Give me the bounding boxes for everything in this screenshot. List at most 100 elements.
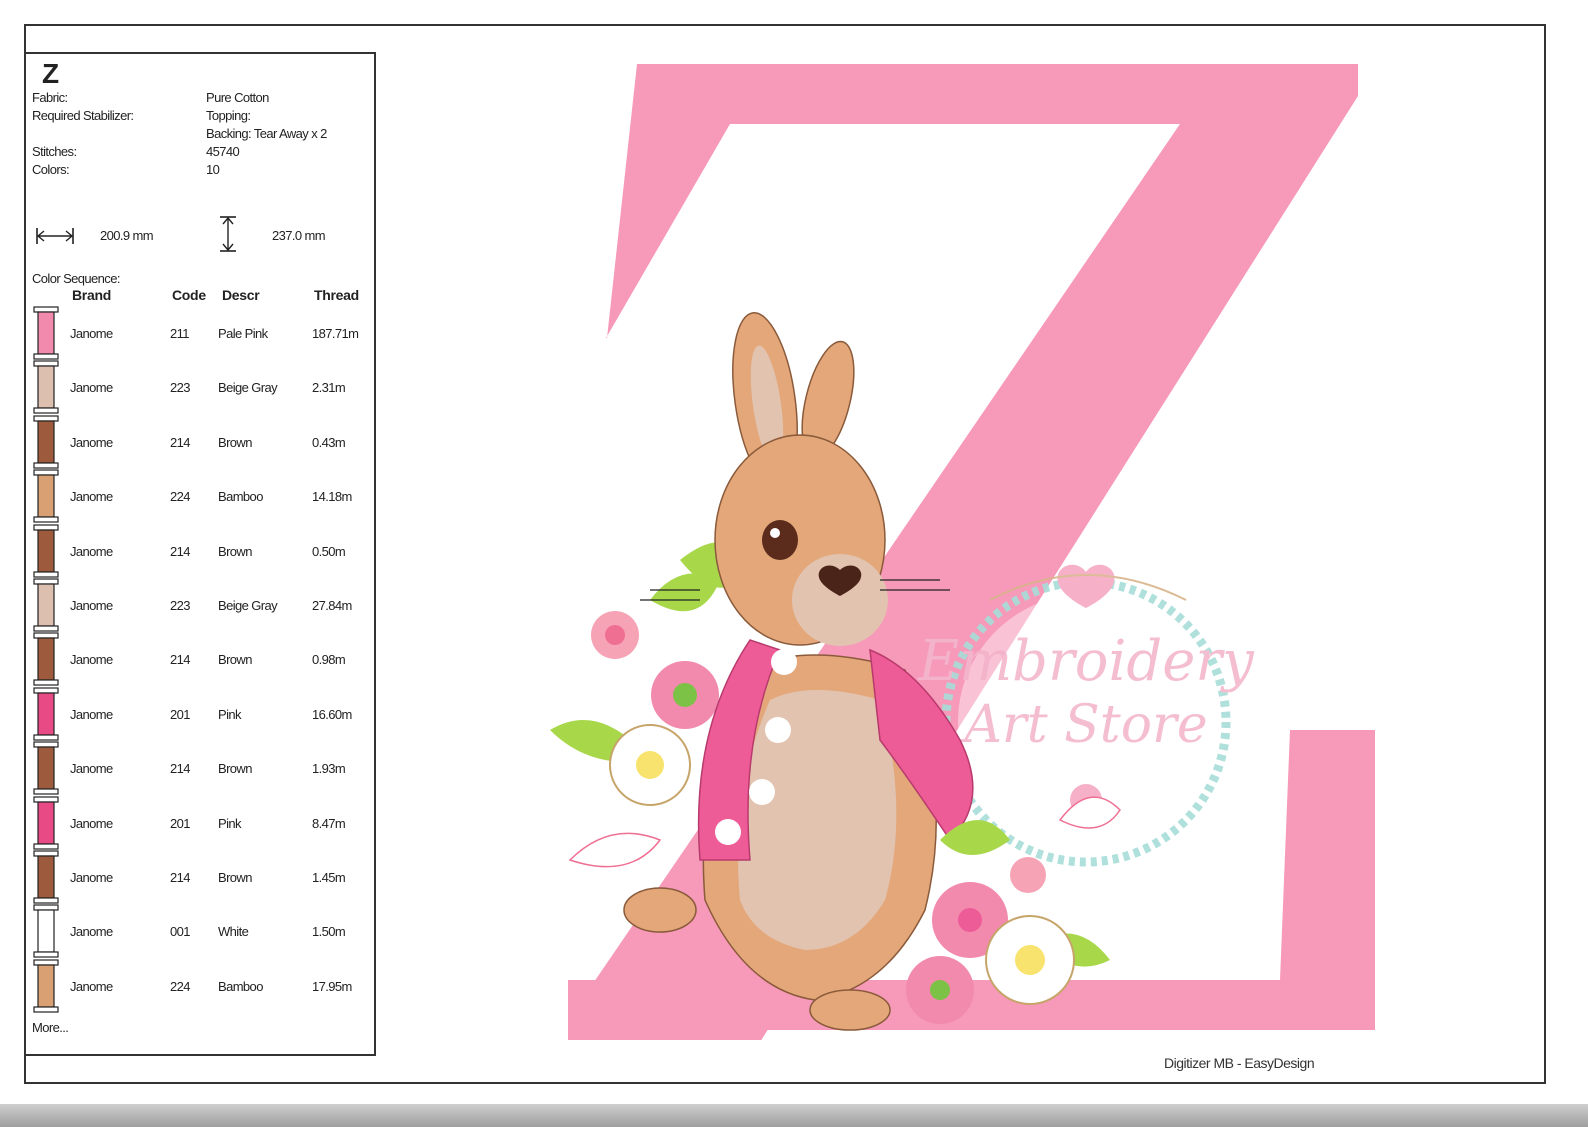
height-value: 237.0 mm — [272, 228, 326, 243]
design-info-panel: Z Fabric: Pure Cotton Required Stabilize… — [24, 52, 376, 1056]
color-sequence-row: Janome 214 Brown 1.93m — [26, 741, 374, 795]
thread-spool-icon — [33, 904, 59, 958]
row-descr: Pink — [218, 706, 241, 722]
row-thread: 0.43m — [312, 434, 346, 450]
row-code: 214 — [170, 434, 190, 450]
design-name: Z — [42, 58, 60, 89]
row-brand: Janome — [70, 870, 113, 885]
row-thread: 0.98m — [312, 652, 346, 668]
color-sequence-row: Janome 214 Brown 0.50m — [26, 523, 374, 578]
stabilizer-label: Required Stabilizer: — [32, 108, 134, 123]
design-preview-svg: Embroidery Art Store — [550, 64, 1375, 1042]
row-descr: Beige Gray — [218, 598, 278, 613]
row-brand: Janome — [70, 543, 113, 559]
row-code: 211 — [170, 326, 190, 341]
thread-spool-icon — [33, 632, 59, 686]
row-thread: 2.31m — [312, 380, 346, 396]
row-thread: 0.50m — [312, 543, 346, 559]
row-thread: 1.45m — [312, 870, 346, 885]
topping-value: Topping: — [206, 108, 251, 123]
row-descr: Pink — [218, 815, 241, 831]
thread-spool-icon — [33, 469, 59, 523]
colors-label: Colors: — [32, 162, 70, 177]
color-sequence-row: Janome 201 Pink 16.60m — [26, 687, 374, 741]
watermark-line1: Embroidery — [917, 629, 1255, 694]
software-footer: Digitizer MB - EasyDesign — [1164, 1055, 1315, 1071]
color-sequence-row: Janome 214 Brown 0.98m — [26, 632, 374, 686]
row-descr: Brown — [218, 761, 252, 777]
color-sequence-row: Janome 224 Bamboo 17.95m — [26, 959, 374, 1013]
row-thread: 27.84m — [312, 598, 352, 613]
row-descr: White — [218, 924, 249, 940]
color-sequence-row: Janome 223 Beige Gray 2.31m — [26, 360, 374, 414]
width-value: 200.9 mm — [100, 228, 154, 243]
row-descr: Brown — [218, 652, 252, 668]
width-arrow-icon — [36, 228, 74, 244]
thread-header: Thread — [314, 287, 359, 303]
color-sequence-row: Janome 211 Pale Pink 187.71m — [26, 306, 374, 360]
colors-value: 10 — [206, 162, 220, 177]
row-brand: Janome — [70, 978, 113, 994]
height-arrow-icon — [220, 216, 236, 252]
row-code: 214 — [170, 543, 190, 559]
design-preview: Embroidery Art Store — [400, 40, 1540, 1042]
color-sequence-row: Janome 223 Beige Gray 27.84m — [26, 578, 374, 632]
thread-spool-icon — [33, 795, 59, 850]
more-link[interactable]: More... — [32, 1020, 69, 1035]
color-sequence-row: Janome 214 Brown 0.43m — [26, 415, 374, 469]
row-thread: 14.18m — [312, 489, 352, 505]
thread-spool-icon — [33, 578, 59, 632]
brand-header: Brand — [72, 287, 111, 303]
color-sequence-title: Color Sequence: — [32, 271, 120, 286]
row-thread: 17.95m — [312, 978, 352, 994]
row-brand: Janome — [70, 326, 113, 341]
backing-value: Backing: Tear Away x 2 — [206, 126, 327, 141]
color-sequence-row: Janome 214 Brown 1.45m — [26, 850, 374, 904]
row-code: 223 — [170, 380, 190, 396]
thread-spool-icon — [33, 523, 59, 578]
row-code: 201 — [170, 815, 190, 831]
fabric-label: Fabric: — [32, 90, 68, 105]
row-brand: Janome — [70, 761, 113, 777]
fabric-value: Pure Cotton — [206, 90, 269, 105]
stitches-label: Stitches: — [32, 144, 77, 159]
row-brand: Janome — [70, 489, 113, 505]
color-sequence-row: Janome 201 Pink 8.47m — [26, 795, 374, 850]
thread-spool-icon — [33, 687, 59, 741]
thread-spool-icon — [33, 850, 59, 904]
row-brand: Janome — [70, 815, 113, 831]
row-thread: 1.50m — [312, 924, 346, 940]
thread-spool-icon — [33, 959, 59, 1013]
row-brand: Janome — [70, 706, 113, 722]
color-sequence-row: Janome 001 White 1.50m — [26, 904, 374, 958]
row-descr: Brown — [218, 434, 252, 450]
row-code: 201 — [170, 706, 190, 722]
row-code: 224 — [170, 978, 190, 994]
row-brand: Janome — [70, 598, 113, 613]
color-sequence-row: Janome 224 Bamboo 14.18m — [26, 469, 374, 523]
row-code: 224 — [170, 489, 190, 505]
row-thread: 16.60m — [312, 706, 352, 722]
row-descr: Pale Pink — [218, 326, 268, 341]
row-brand: Janome — [70, 380, 113, 396]
row-code: 214 — [170, 761, 190, 777]
thread-spool-icon — [33, 415, 59, 469]
row-code: 223 — [170, 598, 190, 613]
row-brand: Janome — [70, 924, 113, 940]
thread-spool-icon — [33, 306, 59, 360]
watermark-line2: Art Store — [960, 695, 1207, 755]
row-descr: Bamboo — [218, 978, 263, 994]
row-brand: Janome — [70, 434, 113, 450]
window-bottom-edge — [0, 1104, 1588, 1127]
descr-header: Descr — [222, 287, 260, 303]
row-code: 214 — [170, 652, 190, 668]
row-thread: 1.93m — [312, 761, 346, 777]
thread-spool-icon — [33, 360, 59, 414]
row-code: 214 — [170, 870, 190, 885]
row-descr: Beige Gray — [218, 380, 278, 396]
row-descr: Brown — [218, 870, 252, 885]
row-thread: 187.71m — [312, 326, 359, 341]
code-header: Code — [172, 287, 206, 303]
stitches-value: 45740 — [206, 144, 240, 159]
row-thread: 8.47m — [312, 815, 346, 831]
